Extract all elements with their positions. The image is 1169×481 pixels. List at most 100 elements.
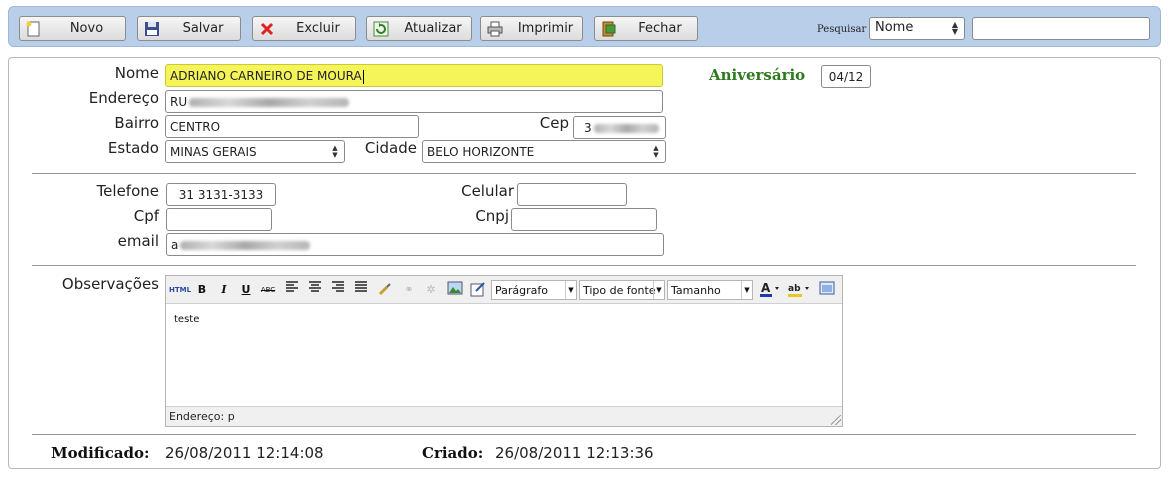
salvar-label: Salvar xyxy=(182,21,224,36)
fechar-label: Fechar xyxy=(638,21,682,36)
new-document-icon xyxy=(26,21,44,37)
telefone-input[interactable]: 31 3131-3133 xyxy=(166,183,276,206)
contact-form-panel: Nome ADRIANO CARNEIRO DE MOURA Aniversár… xyxy=(8,57,1161,469)
estado-select[interactable]: MINAS GERAIS ▲ ▼ xyxy=(165,140,345,163)
section-divider xyxy=(32,434,1136,435)
section-divider xyxy=(32,173,1136,174)
endereco-value: RU xyxy=(170,95,188,109)
novo-label: Novo xyxy=(69,21,104,36)
clear-format-brush-icon[interactable] xyxy=(376,281,394,299)
font-family-select[interactable]: Tipo de fonte ▼ xyxy=(579,280,665,300)
email-input[interactable]: a xyxy=(166,233,664,256)
imprimir-button[interactable]: Imprimir xyxy=(480,16,583,41)
select-spinner-icon: ▲ ▼ xyxy=(332,144,338,159)
align-right-icon[interactable] xyxy=(329,281,347,299)
bairro-input[interactable]: CENTRO xyxy=(165,115,419,138)
aniversario-input[interactable]: 04/12 xyxy=(821,65,871,88)
fechar-button[interactable]: Fechar xyxy=(594,16,698,41)
select-spinner-icon: ▲ ▼ xyxy=(653,144,659,159)
email-label: email xyxy=(117,232,159,250)
align-center-icon[interactable] xyxy=(306,281,324,299)
font-size-value: Tamanho xyxy=(671,284,721,297)
svg-text:A: A xyxy=(761,281,771,295)
criado-value: 26/08/2011 12:13:36 xyxy=(495,444,654,462)
atualizar-label: Atualizar xyxy=(404,21,462,36)
svg-text:ab: ab xyxy=(788,284,801,294)
italic-button[interactable]: I xyxy=(215,281,233,299)
criado-label: Criado: xyxy=(422,444,484,462)
novo-button[interactable]: Novo xyxy=(19,16,126,41)
telefone-value: 31 3131-3133 xyxy=(178,188,264,202)
edit-form-icon[interactable] xyxy=(469,281,487,299)
link-icon[interactable]: ⚭ xyxy=(400,281,418,299)
observacoes-label: Observações xyxy=(61,275,159,293)
aniversario-label: Aniversário xyxy=(709,66,806,84)
redacted-blur xyxy=(593,124,659,133)
refresh-icon xyxy=(373,21,391,37)
font-family-value: Tipo de fonte xyxy=(583,284,656,297)
imprimir-label: Imprimir xyxy=(517,21,574,36)
cidade-select[interactable]: BELO HORIZONTE ▲ ▼ xyxy=(422,140,666,163)
floppy-disk-icon xyxy=(144,21,162,37)
cnpj-input[interactable] xyxy=(511,208,657,231)
nome-label: Nome xyxy=(114,64,159,82)
underline-button[interactable]: U xyxy=(237,281,255,299)
editor-content[interactable]: teste xyxy=(174,314,199,325)
modificado-label: Modificado: xyxy=(51,444,150,462)
printer-icon xyxy=(487,21,505,37)
search-input[interactable] xyxy=(972,17,1150,40)
nome-input[interactable]: ADRIANO CARNEIRO DE MOURA xyxy=(165,64,663,87)
rich-text-editor: HTML B I U ABC ⚭ ✲ Parágrafo ▼ Tipo de f… xyxy=(165,275,843,427)
dropdown-arrow-icon: ▼ xyxy=(741,281,752,299)
strikethrough-button[interactable]: ABC xyxy=(259,281,277,299)
search-label: Pesquisar xyxy=(817,24,867,35)
justify-icon[interactable] xyxy=(352,281,370,299)
resize-handle-icon[interactable] xyxy=(831,415,841,425)
telefone-label: Telefone xyxy=(96,182,159,200)
cidade-label: Cidade xyxy=(364,139,417,157)
endereco-input[interactable]: RU xyxy=(165,90,663,113)
exit-door-icon xyxy=(601,21,619,37)
modificado-value: 26/08/2011 12:14:08 xyxy=(165,444,324,462)
cep-label: Cep xyxy=(539,114,569,132)
cpf-label: Cpf xyxy=(133,207,159,225)
estado-label: Estado xyxy=(107,139,159,157)
unlink-icon[interactable]: ✲ xyxy=(422,281,440,299)
celular-label: Celular xyxy=(461,182,514,200)
search-field-select[interactable]: Nome ▲ ▼ xyxy=(869,17,965,40)
editor-toolbar: HTML B I U ABC ⚭ ✲ Parágrafo ▼ Tipo de f… xyxy=(166,276,842,304)
atualizar-button[interactable]: Atualizar xyxy=(366,16,472,41)
toolbar: Novo Salvar Excluir Atualizar Imprimir F… xyxy=(8,6,1161,47)
bairro-label: Bairro xyxy=(114,114,159,132)
email-value: a xyxy=(171,238,179,252)
html-source-button[interactable]: HTML xyxy=(169,281,191,299)
celular-input[interactable] xyxy=(517,183,627,206)
bold-button[interactable]: B xyxy=(193,281,211,299)
insert-image-icon[interactable] xyxy=(446,281,464,299)
text-caret xyxy=(362,69,364,84)
text-color-icon[interactable]: A xyxy=(758,281,782,299)
estado-value: MINAS GERAIS xyxy=(170,145,257,159)
aniversario-value: 04/12 xyxy=(828,70,864,84)
font-size-select[interactable]: Tamanho ▼ xyxy=(667,280,753,300)
bairro-value: CENTRO xyxy=(170,120,221,134)
paragraph-format-select[interactable]: Parágrafo ▼ xyxy=(491,280,577,300)
search-field-value: Nome xyxy=(875,20,914,35)
editor-status-path: Endereço: p xyxy=(166,406,842,426)
align-left-icon[interactable] xyxy=(283,281,301,299)
cnpj-label: Cnpj xyxy=(475,207,509,225)
paragraph-format-value: Parágrafo xyxy=(495,284,548,297)
cidade-value: BELO HORIZONTE xyxy=(427,145,535,159)
highlight-color-icon[interactable]: ab xyxy=(786,281,812,299)
salvar-button[interactable]: Salvar xyxy=(137,16,241,41)
nome-value: ADRIANO CARNEIRO DE MOURA xyxy=(170,69,362,83)
cpf-input[interactable] xyxy=(166,208,272,231)
dropdown-arrow-icon: ▼ xyxy=(653,281,664,299)
cep-input[interactable]: 3 xyxy=(573,116,666,139)
dropdown-arrow-icon: ▼ xyxy=(565,281,576,299)
excluir-button[interactable]: Excluir xyxy=(252,16,356,41)
redacted-blur xyxy=(189,98,350,107)
cep-value: 3 xyxy=(584,121,592,135)
fullscreen-icon[interactable] xyxy=(818,281,836,299)
select-spinner-icon: ▲ ▼ xyxy=(951,20,959,36)
